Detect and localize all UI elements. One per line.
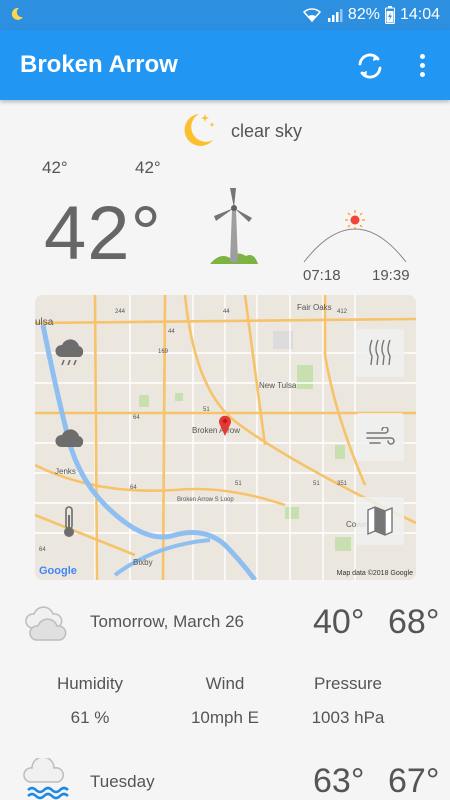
sunrise-time: 07:18 — [303, 267, 341, 284]
wind-icon — [366, 427, 395, 445]
map-label: 351 — [337, 481, 348, 487]
map-label: 64 — [130, 485, 137, 491]
map-label: 64 — [133, 415, 140, 421]
today-low: 42° — [42, 158, 68, 177]
sun-icon — [345, 210, 365, 230]
status-bar: 82% 14:04 — [0, 0, 450, 30]
map-label: Broken Arrow — [192, 426, 241, 435]
weather-map[interactable]: ulsa Fair Oaks New Tulsa Broken Arrow Je… — [35, 295, 416, 580]
wind-layer-button[interactable] — [356, 413, 404, 461]
google-logo: Google — [39, 565, 77, 577]
condition-text: clear sky — [231, 121, 303, 141]
forecast-low: 40° — [313, 603, 365, 641]
map-label: 412 — [337, 309, 348, 315]
forecast-date: Tomorrow, March 26 — [90, 612, 244, 631]
map-label: 51 — [235, 481, 242, 487]
temperature-layer-icon[interactable] — [59, 505, 79, 539]
today-high: 42° — [135, 158, 161, 177]
cloudy-icon — [25, 606, 67, 641]
map-label: 244 — [115, 309, 126, 315]
battery-charging-icon — [384, 6, 395, 24]
map-attribution: Map data ©2018 Google — [336, 570, 413, 577]
map-layer-button[interactable] — [356, 497, 404, 545]
overflow-menu-button[interactable] — [410, 50, 434, 80]
wind-label: Wind — [205, 674, 245, 693]
moon-notification-icon — [11, 7, 23, 20]
humidity-value: 61 % — [70, 708, 110, 727]
forecast-high: 67° — [388, 762, 440, 800]
sun-path-icon — [303, 210, 407, 263]
map-label: 51 — [313, 481, 320, 487]
wind-arrows-layer-button[interactable] — [356, 329, 404, 377]
forecast-row[interactable]: Tomorrow, March 26 40° 68° — [0, 596, 450, 656]
rain-icon — [23, 758, 69, 800]
page-title: Broken Arrow — [20, 51, 178, 78]
status-indicators: 82% 14:04 — [302, 0, 440, 30]
wifi-icon — [302, 8, 321, 23]
rain-layer-icon[interactable] — [53, 337, 87, 369]
map-label: ulsa — [35, 317, 54, 328]
menu-dot — [419, 62, 425, 68]
wind-arrows-icon — [369, 339, 391, 366]
map-label: Fair Oaks — [297, 303, 332, 312]
map-label: 64 — [39, 547, 46, 553]
pressure-value: 1003 hPa — [311, 708, 385, 727]
current-temperature: 42° — [44, 191, 162, 276]
wind-value: 10mph E — [190, 708, 260, 727]
map-icon — [367, 506, 393, 536]
clock: 14:04 — [399, 6, 440, 23]
forecast-low: 63° — [313, 762, 365, 800]
signal-icon — [327, 9, 343, 22]
battery-percent: 82% — [347, 6, 380, 23]
cloud-layer-icon[interactable] — [53, 425, 87, 449]
wind-turbine-icon — [210, 188, 258, 264]
map-label: New Tulsa — [259, 381, 297, 390]
refresh-icon — [358, 53, 382, 79]
menu-dot — [419, 53, 425, 59]
forecast-row[interactable]: Tuesday 63° 67° — [0, 752, 450, 800]
map-label: 44 — [223, 309, 230, 315]
map-label: Jenks — [55, 467, 76, 476]
map-label: 44 — [168, 329, 175, 335]
menu-dot — [419, 71, 425, 77]
forecast-date: Tuesday — [90, 772, 155, 791]
humidity-label: Humidity — [56, 674, 124, 693]
location-pin-icon — [219, 415, 231, 436]
map-label: Broken Arrow S Loop — [177, 497, 234, 503]
map-label: 51 — [203, 407, 210, 413]
sunset-time: 19:39 — [372, 267, 410, 284]
forecast-high: 68° — [388, 603, 440, 641]
pressure-label: Pressure — [313, 674, 383, 693]
map-label: 169 — [158, 349, 169, 355]
map-label: Bixby — [133, 558, 153, 567]
app-bar: Broken Arrow — [0, 30, 450, 100]
moon-stars-icon — [184, 114, 215, 146]
refresh-button[interactable] — [355, 51, 385, 81]
